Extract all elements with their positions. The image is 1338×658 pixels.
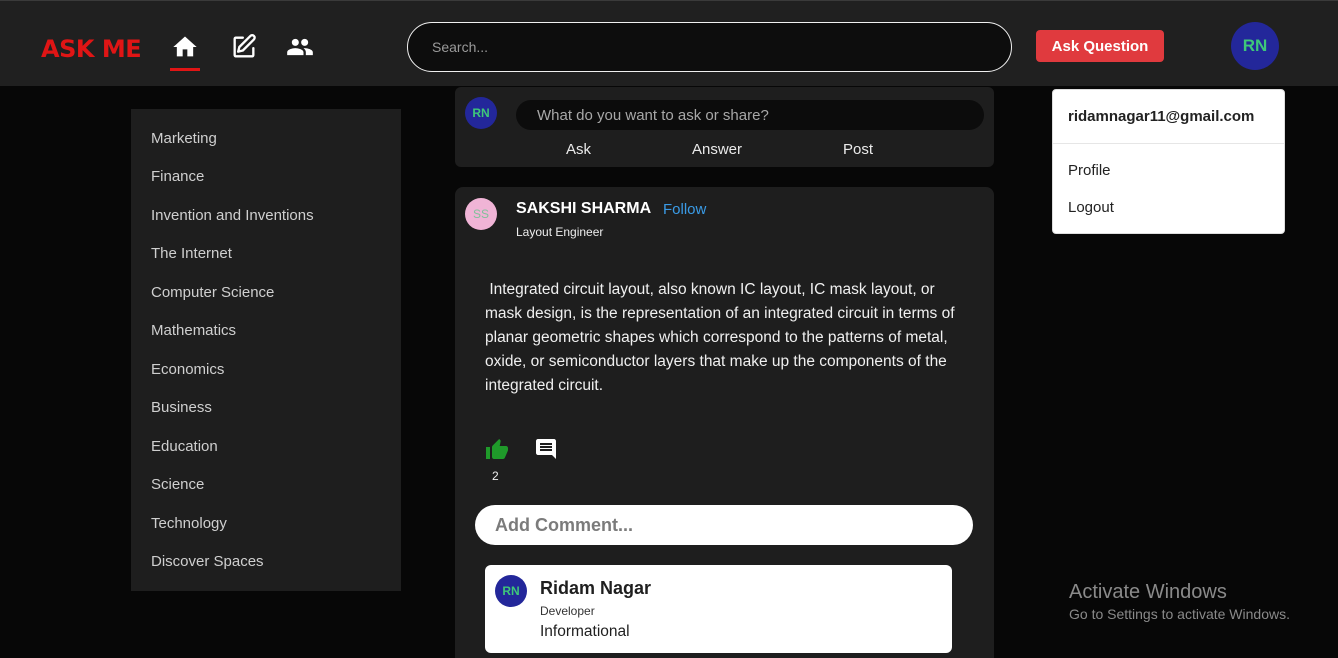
top-navbar: ASK ME Ask Question RN — [0, 0, 1338, 86]
user-avatar[interactable]: RN — [1231, 22, 1279, 70]
post-tab[interactable]: Post — [843, 141, 873, 158]
sidebar-item-internet[interactable]: The Internet — [151, 245, 232, 262]
sidebar-item-finance[interactable]: Finance — [151, 168, 204, 185]
sidebar-item-technology[interactable]: Technology — [151, 515, 227, 532]
like-count: 2 — [492, 469, 499, 483]
dropdown-divider — [1053, 143, 1284, 144]
edit-icon[interactable] — [230, 33, 258, 61]
post-author-avatar: SS — [465, 198, 497, 230]
sidebar-item-business[interactable]: Business — [151, 399, 212, 416]
home-active-indicator — [170, 68, 200, 71]
sidebar-item-computer-science[interactable]: Computer Science — [151, 284, 274, 301]
post-author-name[interactable]: SAKSHI SHARMA — [516, 200, 651, 218]
search-input[interactable] — [432, 36, 992, 58]
activate-windows-title: Activate Windows — [1069, 581, 1227, 603]
ask-question-button[interactable]: Ask Question — [1036, 30, 1164, 62]
sidebar-item-inventions[interactable]: Invention and Inventions — [151, 207, 314, 224]
question-composer: RN Ask Answer Post — [455, 87, 994, 167]
add-comment-input[interactable] — [475, 505, 973, 545]
sidebar: Marketing Finance Invention and Inventio… — [131, 109, 401, 591]
ask-share-input[interactable] — [516, 100, 984, 130]
sidebar-item-mathematics[interactable]: Mathematics — [151, 322, 236, 339]
composer-avatar: RN — [465, 97, 497, 129]
sidebar-item-education[interactable]: Education — [151, 438, 218, 455]
profile-menu-item[interactable]: Profile — [1068, 162, 1111, 179]
comment-item: RN Ridam Nagar Developer Informational — [485, 565, 952, 653]
post-body: Integrated circuit layout, also known IC… — [485, 281, 959, 394]
follow-button[interactable]: Follow — [663, 201, 706, 218]
people-icon[interactable] — [286, 33, 314, 61]
sidebar-item-discover-spaces[interactable]: Discover Spaces — [151, 553, 264, 570]
ask-tab[interactable]: Ask — [566, 141, 591, 158]
thumbs-up-icon[interactable] — [484, 438, 510, 462]
search-bar — [407, 22, 1012, 72]
comment-text: Informational — [540, 623, 630, 640]
post-card: SS SAKSHI SHARMA Follow Layout Engineer … — [455, 187, 994, 658]
activate-windows-subtitle: Go to Settings to activate Windows. — [1069, 606, 1290, 622]
comment-author-role: Developer — [540, 604, 595, 618]
comment-icon[interactable] — [534, 437, 558, 461]
app-logo[interactable]: ASK ME — [41, 35, 142, 63]
sidebar-item-science[interactable]: Science — [151, 476, 204, 493]
answer-tab[interactable]: Answer — [692, 141, 742, 158]
sidebar-item-marketing[interactable]: Marketing — [151, 130, 217, 147]
comment-author-name: Ridam Nagar — [540, 578, 652, 598]
post-author-role: Layout Engineer — [516, 225, 604, 239]
dropdown-email: ridamnagar11@gmail.com — [1068, 108, 1255, 125]
home-icon[interactable] — [171, 33, 199, 61]
comment-avatar: RN — [495, 575, 527, 607]
profile-dropdown: ridamnagar11@gmail.com Profile Logout — [1052, 89, 1285, 234]
sidebar-item-economics[interactable]: Economics — [151, 361, 224, 378]
logout-menu-item[interactable]: Logout — [1068, 199, 1114, 216]
